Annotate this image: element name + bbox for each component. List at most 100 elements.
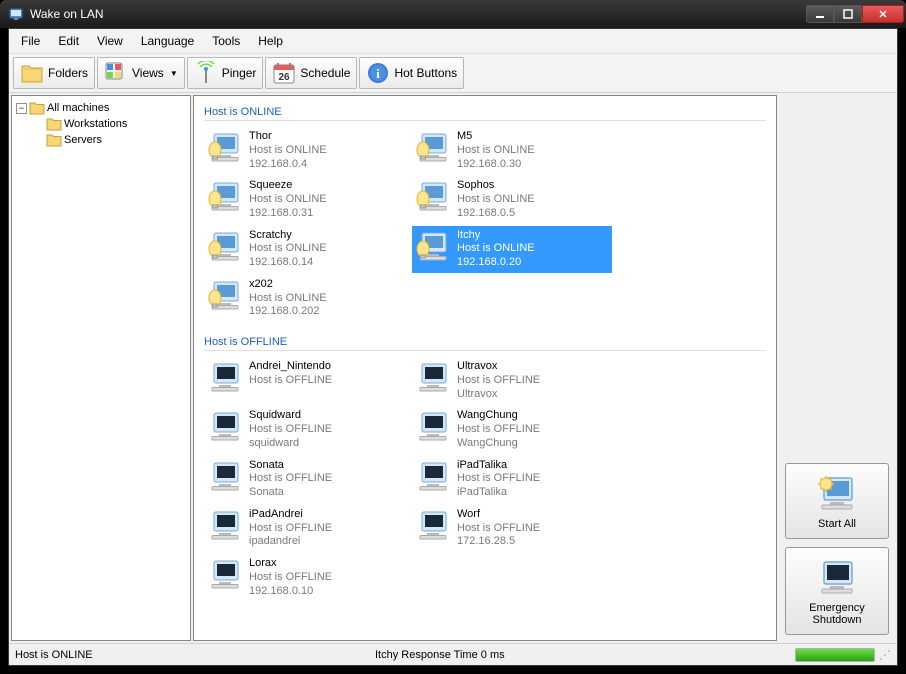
menu-language[interactable]: Language <box>133 31 202 51</box>
host-name: Worf <box>457 508 540 522</box>
menu-help[interactable]: Help <box>250 31 291 51</box>
tree-node-label: Servers <box>64 134 102 146</box>
host-item[interactable]: ItchyHost is ONLINE192.168.0.20 <box>412 226 612 273</box>
host-item[interactable]: iPadAndreiHost is OFFLINEipadandrei <box>204 505 404 552</box>
pinger-button[interactable]: Pinger <box>187 57 264 89</box>
start-all-button[interactable]: Start All <box>785 463 889 539</box>
host-item[interactable]: ThorHost is ONLINE192.168.0.4 <box>204 127 404 174</box>
app-window: Wake on LAN File Edit View Language Tool… <box>0 0 906 674</box>
computer-on-icon <box>415 130 451 166</box>
host-item[interactable]: SquidwardHost is OFFLINEsquidward <box>204 406 404 453</box>
menu-file[interactable]: File <box>13 31 48 51</box>
host-name: Squidward <box>249 409 332 423</box>
host-status: Host is OFFLINE <box>457 374 540 388</box>
menu-tools[interactable]: Tools <box>204 31 248 51</box>
computer-off-icon <box>207 459 243 495</box>
host-ip: 192.168.0.4 <box>249 158 327 172</box>
host-status: Host is OFFLINE <box>457 472 540 486</box>
host-name: Squeeze <box>249 179 327 193</box>
emergency-shutdown-button[interactable]: Emergency Shutdown <box>785 547 889 635</box>
views-label: Views <box>132 66 164 80</box>
host-name: WangChung <box>457 409 540 423</box>
host-ip: 192.168.0.5 <box>457 207 535 221</box>
computer-off-icon <box>207 557 243 593</box>
folders-button[interactable]: Folders <box>13 57 95 89</box>
host-status: Host is OFFLINE <box>457 522 540 536</box>
host-status: Host is ONLINE <box>249 292 327 306</box>
host-ip: Ultravox <box>457 388 540 402</box>
host-status: Host is OFFLINE <box>249 374 332 388</box>
start-all-label: Start All <box>818 518 856 530</box>
tree-root[interactable]: − All machines <box>16 100 186 116</box>
host-status: Host is OFFLINE <box>249 423 332 437</box>
host-name: Ultravox <box>457 360 540 374</box>
host-item[interactable]: x202Host is ONLINE192.168.0.202 <box>204 275 404 322</box>
menubar: File Edit View Language Tools Help <box>9 29 897 54</box>
host-item[interactable]: SqueezeHost is ONLINE192.168.0.31 <box>204 176 404 223</box>
host-status: Host is ONLINE <box>457 144 535 158</box>
tree-collapse-icon[interactable]: − <box>16 103 27 114</box>
maximize-button[interactable] <box>834 5 862 23</box>
progress-bar <box>795 648 875 662</box>
schedule-button[interactable]: 26 Schedule <box>265 57 357 89</box>
minimize-button[interactable] <box>806 5 834 23</box>
host-item[interactable]: iPadTalikaHost is OFFLINEiPadTalika <box>412 456 612 503</box>
online-host-grid: ThorHost is ONLINE192.168.0.4M5Host is O… <box>204 127 766 322</box>
host-name: Scratchy <box>249 229 327 243</box>
side-panel: Start All Emergency Shutdown <box>777 93 897 643</box>
host-item[interactable]: LoraxHost is OFFLINE192.168.0.10 <box>204 554 404 601</box>
menu-view[interactable]: View <box>89 31 131 51</box>
host-name: iPadAndrei <box>249 508 332 522</box>
statusbar: Host is ONLINE Itchy Response Time 0 ms … <box>9 643 897 665</box>
host-item[interactable]: M5Host is ONLINE192.168.0.30 <box>412 127 612 174</box>
hotbuttons-button[interactable]: i Hot Buttons <box>359 57 464 89</box>
host-item[interactable]: ScratchyHost is ONLINE192.168.0.14 <box>204 226 404 273</box>
tree-node-label: Workstations <box>64 118 127 130</box>
folders-icon <box>20 61 44 85</box>
views-icon <box>104 61 128 85</box>
host-ip: 192.168.0.14 <box>249 256 327 270</box>
svg-text:i: i <box>377 66 381 81</box>
toolbar: Folders Views ▼ Pinger 26 Schedule i Hot… <box>9 54 897 93</box>
resize-grip[interactable]: ⋰ <box>879 648 891 662</box>
host-item[interactable]: SonataHost is OFFLINESonata <box>204 456 404 503</box>
host-item[interactable]: WorfHost is OFFLINE172.16.28.5 <box>412 505 612 552</box>
host-name: Thor <box>249 130 327 144</box>
computer-on-icon <box>207 179 243 215</box>
pinger-icon <box>194 61 218 85</box>
folder-icon <box>46 117 62 131</box>
host-item[interactable]: SophosHost is ONLINE192.168.0.5 <box>412 176 612 223</box>
host-ip: WangChung <box>457 437 540 451</box>
app-icon <box>8 6 24 22</box>
offline-group-header: Host is OFFLINE <box>204 332 766 351</box>
host-status: Host is OFFLINE <box>457 423 540 437</box>
computer-on-icon <box>415 229 451 265</box>
host-item[interactable]: Andrei_NintendoHost is OFFLINE <box>204 357 404 404</box>
computer-on-icon <box>207 229 243 265</box>
host-item[interactable]: WangChungHost is OFFLINEWangChung <box>412 406 612 453</box>
tree-workstations[interactable]: Workstations <box>46 116 186 132</box>
views-button[interactable]: Views ▼ <box>97 57 185 89</box>
host-list-panel[interactable]: Host is ONLINE ThorHost is ONLINE192.168… <box>193 95 777 641</box>
computer-off-icon <box>207 409 243 445</box>
tree-servers[interactable]: Servers <box>46 132 186 148</box>
host-ip: 192.168.0.20 <box>457 256 535 270</box>
host-item[interactable]: UltravoxHost is OFFLINEUltravox <box>412 357 612 404</box>
host-status: Host is OFFLINE <box>249 522 332 536</box>
status-left: Host is ONLINE <box>15 649 375 661</box>
window-title: Wake on LAN <box>30 7 806 21</box>
close-button[interactable] <box>862 5 904 23</box>
host-ip: 192.168.0.30 <box>457 158 535 172</box>
host-ip: 192.168.0.10 <box>249 585 332 599</box>
computer-on-icon <box>207 278 243 314</box>
computer-off-icon <box>415 508 451 544</box>
status-center: Itchy Response Time 0 ms <box>375 649 795 661</box>
host-ip: 192.168.0.202 <box>249 305 327 319</box>
titlebar[interactable]: Wake on LAN <box>0 0 906 28</box>
computer-off-icon <box>207 360 243 396</box>
tree-panel[interactable]: − All machines Workstations Servers <box>11 95 191 641</box>
folder-icon <box>46 133 62 147</box>
menu-edit[interactable]: Edit <box>50 31 87 51</box>
calendar-icon: 26 <box>272 61 296 85</box>
computer-off-icon <box>816 556 858 598</box>
